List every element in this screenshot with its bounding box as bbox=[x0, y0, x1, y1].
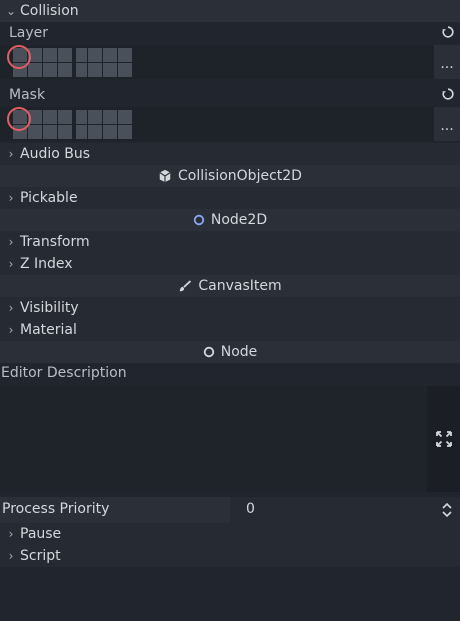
layer-bit[interactable] bbox=[118, 63, 132, 77]
layer-more-button[interactable]: ... bbox=[434, 45, 460, 79]
collision-header-label: Collision bbox=[20, 3, 79, 19]
mask-bit[interactable] bbox=[76, 110, 87, 124]
mask-bit[interactable] bbox=[88, 110, 102, 124]
editor-description-label: Editor Description bbox=[1, 365, 127, 381]
mask-bit[interactable] bbox=[28, 125, 42, 139]
layer-bit[interactable] bbox=[76, 48, 87, 62]
layer-label: Layer bbox=[9, 25, 49, 41]
chevron-right-icon: › bbox=[8, 235, 14, 249]
chevron-down-icon: ⌄ bbox=[5, 4, 17, 18]
circle-icon bbox=[193, 214, 205, 226]
collision-header[interactable]: ⌄ Collision bbox=[0, 0, 460, 22]
mask-bit-grid[interactable] bbox=[13, 110, 132, 139]
material-section[interactable]: › Material bbox=[0, 319, 460, 341]
mask-bit[interactable] bbox=[76, 125, 87, 139]
editor-description-textarea[interactable] bbox=[0, 386, 427, 492]
cube-icon bbox=[159, 169, 171, 183]
chevron-right-icon: › bbox=[8, 191, 14, 205]
brush-icon bbox=[180, 280, 192, 292]
layer-bit[interactable] bbox=[58, 63, 72, 77]
process-priority-spinbox[interactable]: 0 bbox=[230, 497, 460, 523]
reload-icon bbox=[442, 88, 454, 100]
mask-bit[interactable] bbox=[43, 125, 57, 139]
audio-bus-section[interactable]: › Audio Bus bbox=[0, 143, 460, 165]
node-category: Node bbox=[0, 341, 460, 363]
expand-icon bbox=[435, 431, 452, 447]
layer-bit[interactable] bbox=[118, 48, 132, 62]
layer-bit[interactable] bbox=[88, 63, 102, 77]
mask-bit[interactable] bbox=[88, 125, 102, 139]
chevron-right-icon: › bbox=[8, 301, 14, 315]
circle-icon bbox=[203, 346, 214, 358]
script-section[interactable]: › Script bbox=[0, 545, 460, 567]
layer-bit[interactable] bbox=[43, 63, 57, 77]
mask-bit[interactable] bbox=[58, 125, 72, 139]
mask-label: Mask bbox=[9, 87, 46, 103]
canvasitem-category: CanvasItem bbox=[0, 275, 460, 297]
layer-reset-button[interactable] bbox=[441, 25, 459, 43]
updown-icon[interactable] bbox=[442, 503, 452, 517]
chevron-right-icon: › bbox=[8, 323, 14, 337]
layer-field bbox=[0, 45, 434, 79]
transform-section[interactable]: › Transform bbox=[0, 231, 460, 253]
mask-reset-button[interactable] bbox=[441, 87, 459, 105]
process-priority-row: Process Priority bbox=[0, 497, 230, 523]
chevron-right-icon: › bbox=[8, 527, 14, 541]
visibility-section[interactable]: › Visibility bbox=[0, 297, 460, 319]
mask-bit[interactable] bbox=[103, 125, 117, 139]
layer-bit[interactable] bbox=[43, 48, 57, 62]
mask-bit[interactable] bbox=[118, 125, 132, 139]
process-priority-label: Process Priority bbox=[2, 501, 110, 517]
layer-bit[interactable] bbox=[103, 63, 117, 77]
layer-bit[interactable] bbox=[103, 48, 117, 62]
mask-bit[interactable] bbox=[43, 110, 57, 124]
mask-more-button[interactable]: ... bbox=[434, 107, 460, 141]
mask-field bbox=[0, 107, 434, 141]
pause-section[interactable]: › Pause bbox=[0, 523, 460, 545]
mask-bit-highlight bbox=[7, 107, 31, 131]
mask-bit[interactable] bbox=[103, 110, 117, 124]
layer-bit[interactable] bbox=[88, 48, 102, 62]
node2d-category: Node2D bbox=[0, 209, 460, 231]
layer-bit[interactable] bbox=[28, 63, 42, 77]
layer-bit[interactable] bbox=[58, 48, 72, 62]
pickable-section[interactable]: › Pickable bbox=[0, 187, 460, 209]
chevron-right-icon: › bbox=[8, 147, 14, 161]
chevron-right-icon: › bbox=[8, 549, 14, 563]
chevron-right-icon: › bbox=[8, 257, 14, 271]
layer-bit-highlight bbox=[7, 45, 31, 69]
layer-bit-grid[interactable] bbox=[13, 48, 132, 77]
collisionobject2d-category: CollisionObject2D bbox=[0, 165, 460, 187]
reload-icon bbox=[442, 26, 454, 38]
process-priority-value: 0 bbox=[246, 501, 255, 517]
layer-bit[interactable] bbox=[76, 63, 87, 77]
expand-textarea-button[interactable] bbox=[427, 386, 460, 492]
mask-bit[interactable] bbox=[118, 110, 132, 124]
z-index-section[interactable]: › Z Index bbox=[0, 253, 460, 275]
mask-bit[interactable] bbox=[58, 110, 72, 124]
